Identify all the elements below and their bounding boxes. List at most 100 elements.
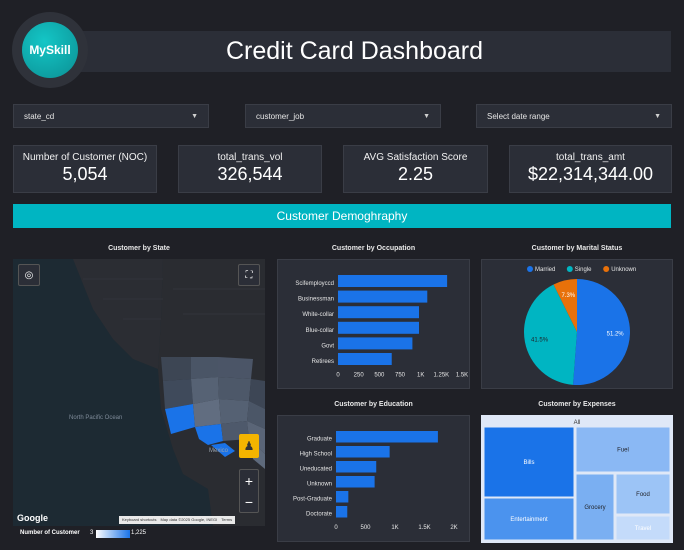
customer-job-filter[interactable]: customer_job ▼ xyxy=(245,104,441,128)
treemap-cell-label: Travel xyxy=(635,526,651,532)
chevron-down-icon: ▼ xyxy=(191,112,198,120)
expenses-chart-panel: All Bills Entertainment Grocery Fuel Food Trav… xyxy=(481,415,673,543)
map-legend-min: 3 xyxy=(90,530,94,536)
kpi-label: AVG Satisfaction Score xyxy=(363,152,468,163)
bar xyxy=(336,491,349,503)
keyboard-shortcuts-link[interactable]: Keyboard shortcuts xyxy=(122,517,156,523)
x-tick-label: 0 xyxy=(334,525,338,531)
marital-chart-title: Customer by Marital Status xyxy=(531,245,623,252)
occupation-chart-title: Customer by Occupation xyxy=(331,245,416,252)
bar-label: Post-Graduate xyxy=(293,497,333,503)
fullscreen-icon[interactable]: ⛶ xyxy=(238,264,260,286)
x-tick-label: 0 xyxy=(336,373,340,379)
pegman-icon[interactable]: ♟ xyxy=(239,434,259,458)
state-filter[interactable]: state_cd ▼ xyxy=(13,104,209,128)
kpi-card-satisfaction: AVG Satisfaction Score 2.25 xyxy=(343,145,488,193)
marital-chart: Married Single Unknown 51.2% 41.5% 7.3% xyxy=(524,266,636,385)
bar xyxy=(336,506,348,518)
x-tick-label: 1K xyxy=(417,373,424,379)
kpi-value: $22,314,344.00 xyxy=(527,164,654,184)
marital-chart-panel: Married Single Unknown 51.2% 41.5% 7.3% xyxy=(481,259,673,389)
bar-label: Scifemployccd xyxy=(295,281,334,287)
expenses-chart-title: Customer by Expenses xyxy=(538,401,616,408)
legend-label: Married xyxy=(535,267,555,273)
kpi-card-trans-vol: total_trans_vol 326,544 xyxy=(178,145,322,193)
x-tick-label: 500 xyxy=(374,373,385,379)
customer-job-filter-label: customer_job xyxy=(256,111,305,121)
legend-marker xyxy=(527,266,533,272)
bar xyxy=(336,446,390,458)
pie-label: 51.2% xyxy=(607,331,625,337)
locate-icon[interactable]: ◎ xyxy=(18,264,40,286)
bar xyxy=(338,321,420,334)
ocean-label: North Pacific Ocean xyxy=(69,415,122,421)
bar xyxy=(338,275,448,287)
treemap-cell-label: Food xyxy=(636,492,650,498)
x-tick-label: 1.5K xyxy=(456,373,468,379)
zoom-in-button[interactable]: + xyxy=(240,470,258,492)
x-tick-label: 2K xyxy=(450,525,457,531)
bar xyxy=(336,476,375,488)
bar xyxy=(336,431,438,443)
bar xyxy=(338,337,413,350)
x-tick-label: 500 xyxy=(360,525,371,531)
treemap-cell-label: Entertainment xyxy=(510,517,548,523)
map-legend-gradient xyxy=(96,530,130,538)
logo: MySkill xyxy=(22,22,78,78)
legend-label: Single xyxy=(575,267,592,273)
legend-marker xyxy=(603,266,610,272)
kpi-label: total_trans_vol xyxy=(217,152,283,163)
map-data-text: Map data ©2025 Google, INEGI xyxy=(160,517,218,522)
state-filter-label: state_cd xyxy=(24,111,55,121)
bar-label: White-collar xyxy=(302,312,334,318)
bar xyxy=(338,353,392,365)
bar-label: Doctorate xyxy=(306,512,333,518)
map-panel[interactable]: North Pacific Ocean Mexico Google ◎ ⛶ ♟ … xyxy=(13,259,265,526)
x-tick-label: 250 xyxy=(354,373,365,379)
kpi-value: 5,054 xyxy=(62,164,108,184)
bar-label: Govt xyxy=(321,343,334,349)
google-logo: Google xyxy=(17,513,48,523)
expenses-treemap: All Bills Entertainment Grocery Fuel Food Trav… xyxy=(481,415,673,543)
pie-label: 7.3% xyxy=(561,293,575,299)
treemap-cell-label: Fuel xyxy=(617,448,629,454)
bar-label: Uneducated xyxy=(300,467,332,473)
education-chart: Graduate High School Uneducated Unknown Post… xyxy=(293,431,458,531)
bar xyxy=(338,290,428,303)
map-title: Customer by State xyxy=(108,245,170,252)
occupation-chart-panel: Scifemployccd Businessman White-collar Blue… xyxy=(277,259,470,389)
education-chart-panel: Graduate High School Uneducated Unknown Post… xyxy=(277,415,470,542)
kpi-value: 326,544 xyxy=(217,164,283,184)
chevron-down-icon: ▼ xyxy=(654,112,661,120)
pie-label: 41.5% xyxy=(531,337,549,343)
date-range-filter[interactable]: Select date range ▼ xyxy=(476,104,672,128)
terms-link[interactable]: Terms xyxy=(221,517,232,523)
treemap-root-label: All xyxy=(574,420,581,426)
legend-label: Unknown xyxy=(611,267,636,273)
bar-label: Blue-collar xyxy=(306,328,334,334)
section-header: Customer Demoghraphy xyxy=(13,204,671,228)
kpi-label: total_trans_amt xyxy=(556,152,625,163)
bar-label: High School xyxy=(300,452,332,458)
zoom-control: + − xyxy=(239,469,259,513)
education-chart-title: Customer by Education xyxy=(334,401,413,408)
logo-text: MySkill xyxy=(29,43,71,57)
map-attribution: Keyboard shortcuts Map data ©2025 Google… xyxy=(119,516,236,524)
date-range-filter-label: Select date range xyxy=(487,111,550,121)
page-title: Credit Card Dashboard xyxy=(225,37,484,65)
x-tick-label: 750 xyxy=(395,373,406,379)
occupation-chart: Scifemployccd Businessman White-collar Blue… xyxy=(295,275,468,379)
map-legend-label: Number of Customer xyxy=(20,530,80,536)
kpi-card-trans-amt: total_trans_amt $22,314,344.00 xyxy=(509,145,672,193)
bar-label: Businessman xyxy=(298,297,334,303)
us-map: North Pacific Ocean Mexico Google xyxy=(13,259,265,526)
bar-label: Graduate xyxy=(307,437,333,443)
kpi-label: Number of Customer (NOC) xyxy=(22,152,148,163)
x-tick-label: 1K xyxy=(391,525,398,531)
bar-label: Unknown xyxy=(307,482,332,488)
chevron-down-icon: ▼ xyxy=(423,112,430,120)
x-tick-label: 1.25K xyxy=(433,373,449,379)
zoom-out-button[interactable]: − xyxy=(240,492,258,512)
kpi-value: 2.25 xyxy=(397,164,434,184)
map-legend-max: 1,225 xyxy=(131,530,147,536)
